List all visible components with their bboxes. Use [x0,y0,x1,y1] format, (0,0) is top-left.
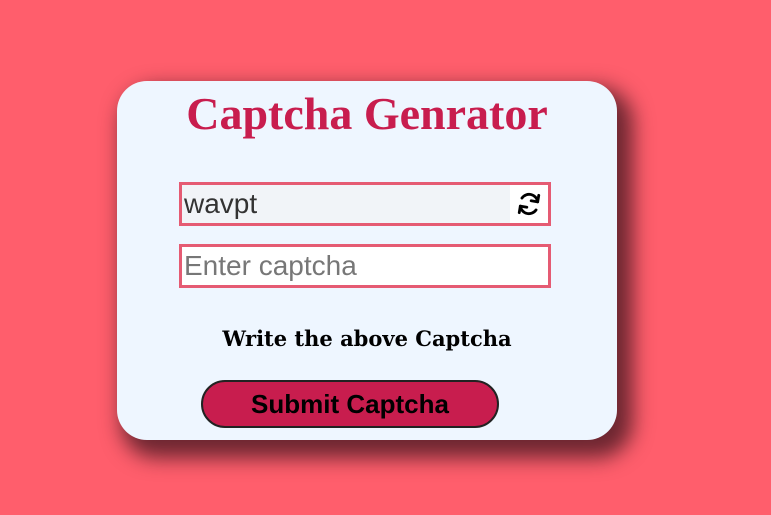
captcha-display: wavpt [179,182,551,226]
captcha-text: wavpt [184,188,258,219]
captcha-card: Captcha Genrator wavpt Write the above C… [117,81,617,440]
refresh-button[interactable] [510,185,548,223]
refresh-icon [517,192,541,216]
captcha-input[interactable] [182,247,548,285]
captcha-input-wrapper [179,244,551,288]
submit-captcha-button[interactable]: Submit Captcha [201,380,499,428]
page-title: Captcha Genrator [186,88,548,139]
instruction-text: Write the above Captcha [222,326,512,351]
